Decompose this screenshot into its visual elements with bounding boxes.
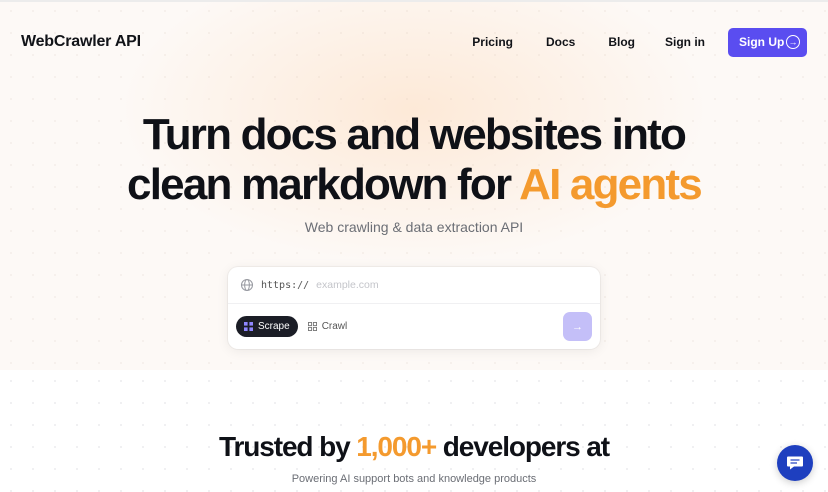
crawl-label: Crawl — [321, 321, 348, 332]
url-input-row: https:// — [228, 267, 600, 304]
trusted-prefix: Trusted by — [219, 431, 357, 462]
trusted-heading: Trusted by 1,000+ developers at — [0, 431, 828, 463]
chat-bubble-icon — [787, 456, 803, 470]
crawl-grid-icon — [307, 322, 317, 331]
scrape-mode-button[interactable]: Scrape — [236, 316, 298, 337]
trusted-suffix: developers at — [436, 431, 610, 462]
url-search-card: https:// Scrape Crawl → — [228, 267, 600, 349]
crawl-mode-button[interactable]: Crawl — [302, 316, 354, 337]
signup-button[interactable]: Sign Up → — [728, 27, 807, 57]
arrow-right-circle-icon: → — [786, 35, 800, 49]
hero-subtitle: Web crawling & data extraction API — [304, 219, 524, 235]
signup-label: Sign Up — [739, 35, 785, 49]
arrow-right-icon: → — [572, 320, 583, 333]
trusted-tagline: Powering AI support bots and knowledge p… — [291, 473, 537, 485]
chat-widget-button[interactable] — [777, 445, 813, 481]
headline-line-1: Turn docs and websites into — [142, 110, 687, 159]
url-prefix: https:// — [261, 279, 310, 291]
nav-blog-link[interactable]: Blog — [608, 35, 635, 49]
main-nav: Pricing Docs Blog Sign in Sign Up → — [472, 27, 807, 57]
nav-signin-link[interactable]: Sign in — [665, 35, 705, 49]
headline-accent: AI agents — [519, 160, 703, 209]
headline-line-2: clean markdown for — [127, 160, 520, 209]
scrape-label: Scrape — [258, 321, 290, 332]
globe-icon — [240, 278, 254, 292]
nav-pricing-link[interactable]: Pricing — [472, 35, 513, 49]
brand-logo[interactable]: WebCrawler API — [21, 33, 141, 51]
nav-docs-link[interactable]: Docs — [546, 35, 575, 49]
mode-row: Scrape Crawl → — [228, 304, 600, 349]
submit-button[interactable]: → — [563, 312, 592, 341]
trusted-count: 1,000+ — [356, 431, 437, 462]
hero-headline: Turn docs and websites into clean markdo… — [0, 110, 828, 210]
site-header: WebCrawler API Pricing Docs Blog Sign in… — [0, 0, 828, 84]
url-input[interactable] — [316, 279, 588, 291]
grid-icon — [244, 322, 253, 331]
